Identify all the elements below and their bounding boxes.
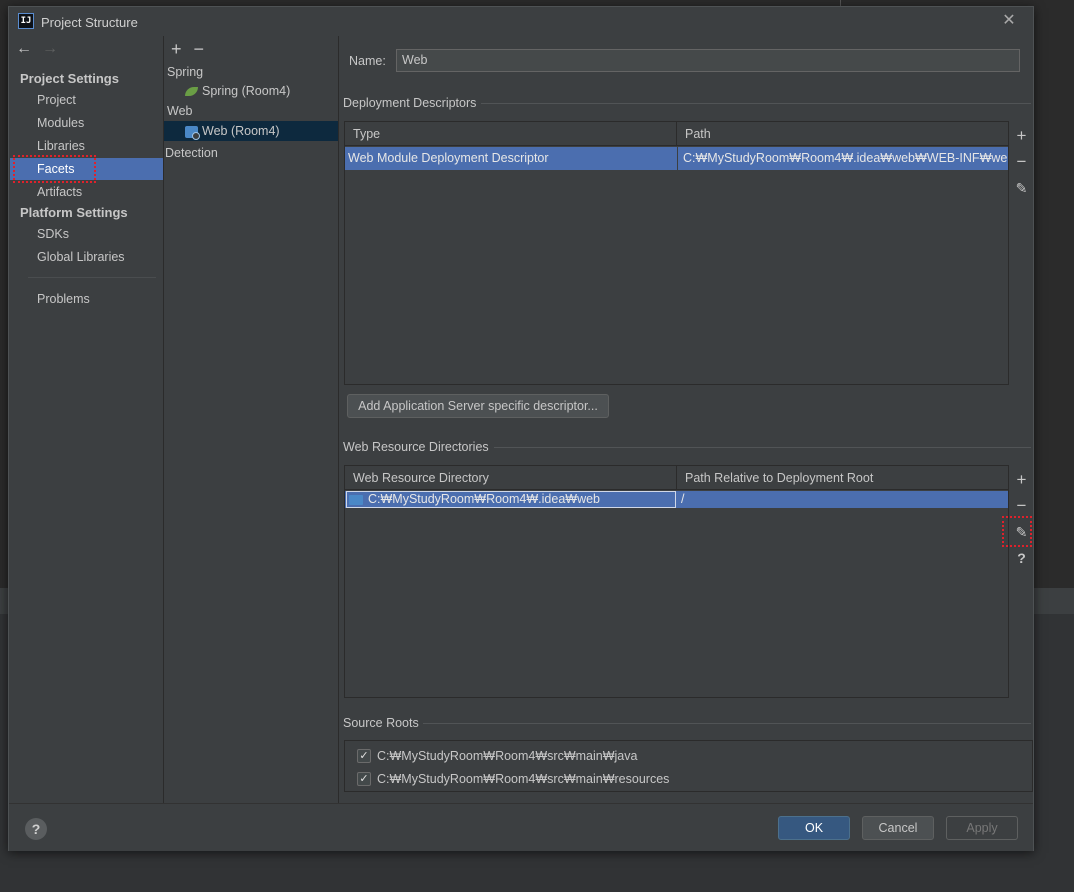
column-header-path[interactable]: Path [677, 122, 1010, 146]
web-resource-directory-cell: C:₩MyStudyRoom₩Room4₩.idea₩web [346, 491, 676, 508]
web-facet-icon [185, 125, 200, 140]
directory-path: C:₩MyStudyRoom₩Room4₩.idea₩web [368, 492, 600, 506]
platform-settings-header: Platform Settings [20, 205, 128, 220]
remove-web-resource-icon[interactable]: − [1009, 495, 1034, 517]
dialog-title: Project Structure [41, 15, 138, 30]
section-divider [481, 103, 1031, 104]
deployment-descriptors-title: Deployment Descriptors [343, 96, 477, 110]
tree-group-spring[interactable]: Spring [164, 62, 338, 82]
nav-item-global-libraries[interactable]: Global Libraries [10, 246, 163, 268]
cell-divider [677, 147, 678, 170]
nav-divider [28, 277, 156, 278]
source-root-path: C:₩MyStudyRoom₩Room4₩src₩main₩java [377, 749, 638, 763]
nav-item-modules[interactable]: Modules [10, 112, 163, 134]
nav-item-problems[interactable]: Problems [10, 288, 163, 310]
web-resource-table: Web Resource Directory Path Relative to … [344, 465, 1009, 698]
source-root-checkbox[interactable]: ✓ [357, 772, 371, 786]
descriptor-table-toolbar: + − ✎ [1008, 121, 1033, 385]
apply-button[interactable]: Apply [946, 816, 1018, 840]
column-header-relative-path[interactable]: Path Relative to Deployment Root [677, 466, 1010, 490]
tree-item-label: Spring (Room4) [202, 84, 291, 98]
help-icon[interactable]: ? [1009, 547, 1034, 569]
forward-arrow-icon[interactable]: → [42, 40, 58, 60]
remove-descriptor-icon[interactable]: − [1009, 151, 1034, 173]
web-resource-directories-title: Web Resource Directories [343, 440, 489, 454]
nav-item-libraries[interactable]: Libraries [10, 135, 163, 157]
add-descriptor-icon[interactable]: + [1009, 125, 1034, 147]
tree-item-label: Web (Room4) [202, 124, 280, 138]
nav-item-sdks[interactable]: SDKs [10, 223, 163, 245]
add-server-descriptor-button[interactable]: Add Application Server specific descript… [347, 394, 609, 418]
tree-item-web-room4[interactable]: Web (Room4) [164, 121, 338, 141]
web-resource-toolbar: + − ✎ ? [1008, 465, 1033, 698]
help-button[interactable]: ? [25, 818, 47, 840]
source-roots-title: Source Roots [343, 716, 419, 730]
project-settings-header: Project Settings [20, 71, 119, 86]
source-root-path: C:₩MyStudyRoom₩Room4₩src₩main₩resources [377, 772, 670, 786]
source-root-item[interactable]: ✓ C:₩MyStudyRoom₩Room4₩src₩main₩java [357, 746, 637, 766]
add-facet-icon[interactable]: + [171, 39, 182, 60]
back-arrow-icon[interactable]: ← [16, 40, 32, 60]
project-structure-dialog: IJ Project Structure ✕ ← → Project Setti… [8, 6, 1034, 851]
edit-descriptor-icon[interactable]: ✎ [1009, 177, 1034, 199]
section-divider [423, 723, 1031, 724]
table-header: Type Path [345, 122, 1008, 146]
ok-button[interactable]: OK [778, 816, 850, 840]
close-icon[interactable]: ✕ [1001, 13, 1017, 29]
nav-item-project[interactable]: Project [10, 89, 163, 111]
column-header-type[interactable]: Type [345, 122, 677, 146]
tree-group-web[interactable]: Web [164, 101, 338, 121]
facet-name-input[interactable]: Web [396, 49, 1020, 72]
tree-item-spring-room4[interactable]: Spring (Room4) [164, 81, 338, 101]
nav-arrows: ← → [16, 40, 58, 60]
facet-tree-toolbar: + − [171, 39, 204, 60]
dialog-footer: ? OK Cancel Apply [9, 803, 1033, 851]
add-web-resource-icon[interactable]: + [1009, 469, 1034, 491]
cancel-button[interactable]: Cancel [862, 816, 934, 840]
relative-path-cell: / [681, 492, 685, 506]
source-root-item[interactable]: ✓ C:₩MyStudyRoom₩Room4₩src₩main₩resource… [357, 769, 669, 789]
edit-web-resource-icon[interactable]: ✎ [1009, 521, 1034, 543]
descriptor-type-cell: Web Module Deployment Descriptor [348, 151, 549, 165]
settings-nav: ← → Project Settings Project Modules Lib… [10, 36, 163, 803]
nav-item-facets[interactable]: Facets [10, 158, 163, 180]
spring-leaf-icon [185, 87, 198, 97]
nav-item-artifacts[interactable]: Artifacts [10, 181, 163, 203]
source-roots-list: ✓ C:₩MyStudyRoom₩Room4₩src₩main₩java ✓ C… [344, 740, 1033, 792]
source-root-checkbox[interactable]: ✓ [357, 749, 371, 763]
name-label: Name: [349, 54, 386, 68]
facet-tree: + − Spring Spring (Room4) Web Web (Room4… [164, 36, 338, 803]
descriptor-path-cell: C:₩MyStudyRoom₩Room4₩.idea₩web₩WEB-INF₩w… [683, 151, 1008, 165]
remove-facet-icon[interactable]: − [194, 39, 205, 60]
table-header: Web Resource Directory Path Relative to … [345, 466, 1008, 490]
table-row[interactable]: Web Module Deployment Descriptor C:₩MySt… [345, 147, 1008, 170]
column-header-web-resource-directory[interactable]: Web Resource Directory [345, 466, 677, 490]
section-divider [494, 447, 1031, 448]
intellij-app-icon: IJ [18, 13, 34, 29]
table-row[interactable]: C:₩MyStudyRoom₩Room4₩.idea₩web / [345, 491, 1008, 508]
facet-editor: Name: Web Deployment Descriptors Type Pa… [339, 36, 1033, 803]
deployment-descriptors-table: Type Path Web Module Deployment Descript… [344, 121, 1009, 385]
folder-icon [349, 494, 363, 505]
tree-item-detection[interactable]: Detection [164, 143, 338, 163]
title-bar: IJ Project Structure ✕ [9, 7, 1033, 36]
